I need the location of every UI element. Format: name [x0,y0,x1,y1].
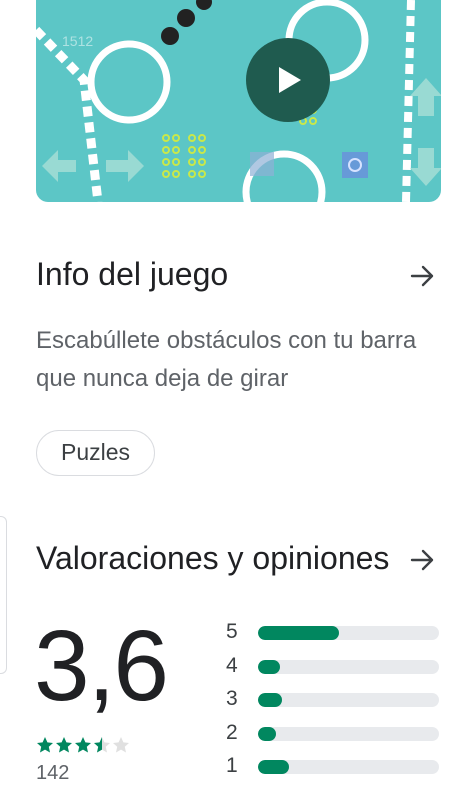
game-description: Escabúllete obstáculos con tu barra que … [36,327,417,392]
play-icon [279,67,301,93]
arrow-right-icon [410,549,434,571]
category-chip-puzles[interactable]: Puzles [36,430,156,476]
histogram-bar-track [258,626,439,640]
game-trailer-thumbnail[interactable]: 1512 [36,0,441,202]
histogram-label: 4 [226,653,238,677]
star-rating [36,736,132,754]
histogram-bar-fill [258,726,277,741]
play-video-button[interactable] [246,38,330,122]
histogram-row-1: 1 [226,754,446,780]
average-rating-score: 3,6 [34,610,169,722]
svg-text:1512: 1512 [62,33,93,49]
histogram-row-3: 3 [226,687,446,713]
ratings-arrow-button[interactable] [405,542,441,578]
ratings-title: Valoraciones y opiniones [36,540,390,576]
histogram-label: 5 [226,620,238,643]
review-count: 142 [36,762,70,784]
histogram-label: 1 [226,754,238,777]
histogram-label: 3 [226,687,238,710]
histogram-bar-fill [258,626,340,640]
side-panel-handle[interactable] [0,516,7,674]
histogram-row-4: 4 [226,654,446,680]
histogram-bar-track [258,693,439,707]
stars-icon [37,737,129,753]
game-info-title: Info del juego [36,256,229,292]
game-scene-illustration: 1512 [36,0,441,202]
histogram-bar-fill [258,659,280,674]
histogram-bar-track [258,760,439,774]
game-info-arrow-button[interactable] [405,258,441,294]
histogram-bar-fill [258,693,282,707]
histogram-bar-track [258,726,439,741]
histogram-row-5: 5 [226,620,446,646]
arrow-right-icon [410,265,434,287]
histogram-bar-fill [258,760,289,774]
histogram-bar-track [258,659,439,674]
histogram-label: 2 [226,720,238,744]
histogram-row-2: 2 [226,721,446,747]
